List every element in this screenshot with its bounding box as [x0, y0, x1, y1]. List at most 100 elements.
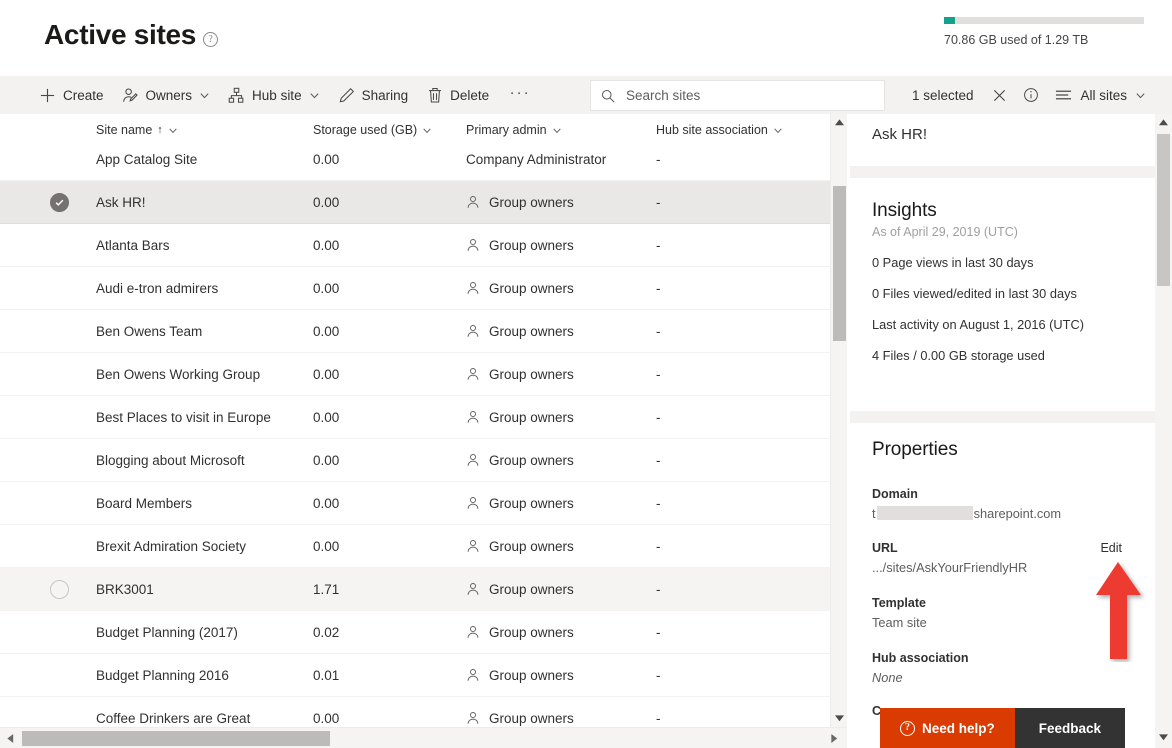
- table-row[interactable]: BRK3001 1.71 Group owners -: [0, 568, 830, 611]
- command-owners-button[interactable]: Owners: [113, 76, 220, 114]
- table-row[interactable]: Blogging about Microsoft 0.00 Group owners…: [0, 439, 830, 482]
- close-icon[interactable]: [983, 79, 1015, 111]
- site-name-cell[interactable]: Blogging about Microsoft: [96, 453, 306, 468]
- scroll-up-icon[interactable]: [831, 114, 848, 131]
- table-row[interactable]: Best Places to visit in Europe 0.00 Group …: [0, 396, 830, 439]
- primary-admin-label: Group owners: [489, 538, 574, 554]
- table-row[interactable]: Budget Planning 2016 0.01 Group owners -: [0, 654, 830, 697]
- storage-used-cell: 0.00: [313, 194, 340, 210]
- command-label: Owners: [145, 87, 193, 103]
- primary-admin-cell: Group owners: [466, 324, 646, 339]
- search-box[interactable]: [590, 80, 885, 111]
- panel-scroll-up-icon[interactable]: [1155, 114, 1172, 131]
- info-circle-icon[interactable]: [1015, 79, 1047, 111]
- site-name-cell[interactable]: Atlanta Bars: [96, 238, 306, 253]
- table-row[interactable]: Audi e-tron admirers 0.00 Group owners -: [0, 267, 830, 310]
- table-row[interactable]: Ben Owens Team 0.00 Group owners -: [0, 310, 830, 353]
- site-name-cell[interactable]: Best Places to visit in Europe: [96, 410, 306, 425]
- site-name-cell[interactable]: Audi e-tron admirers: [96, 281, 306, 296]
- primary-admin-cell: Company Administrator: [466, 152, 646, 167]
- command-sharing-button[interactable]: Sharing: [329, 76, 418, 114]
- insight-line: 4 Files / 0.00 GB storage used: [872, 348, 1045, 363]
- table-row[interactable]: Atlanta Bars 0.00 Group owners -: [0, 224, 830, 267]
- table-body: App Catalog Site 0.00 Company Administrato…: [0, 138, 830, 727]
- domain-suffix: sharepoint.com: [973, 506, 1062, 521]
- primary-admin-cell: Group owners: [466, 453, 646, 468]
- table-row[interactable]: Coffee Drinkers are Great 0.00 Group owner…: [0, 697, 830, 727]
- chevron-down-icon: [552, 125, 562, 135]
- bottom-action-bar: ? Need help? Feedback: [880, 708, 1126, 748]
- site-name-cell[interactable]: Budget Planning (2017): [96, 625, 306, 640]
- person-icon: [466, 281, 480, 295]
- site-name-cell[interactable]: Coffee Drinkers are Great: [96, 711, 306, 726]
- template-value: Team site: [872, 615, 927, 630]
- command-hub-site-button[interactable]: Hub site: [219, 76, 329, 114]
- site-name-cell[interactable]: Ben Owens Working Group: [96, 367, 306, 382]
- site-name-cell[interactable]: Budget Planning 2016: [96, 668, 306, 683]
- table-row[interactable]: Board Members 0.00 Group owners -: [0, 482, 830, 525]
- site-name-cell[interactable]: Ask HR!: [96, 195, 306, 210]
- panel-vertical-scrollbar[interactable]: [1155, 114, 1172, 748]
- need-help-button[interactable]: ? Need help?: [880, 708, 1015, 748]
- help-circle-icon[interactable]: ?: [203, 31, 219, 47]
- list-horizontal-scrollbar[interactable]: [0, 727, 847, 748]
- storage-used-label: 70.86 GB used of 1.29 TB: [944, 33, 1089, 47]
- insights-heading: Insights: [872, 200, 937, 221]
- hub-association-cell: -: [656, 194, 661, 210]
- primary-admin-cell: Group owners: [466, 539, 646, 554]
- hub-association-cell: -: [656, 237, 661, 253]
- view-selector-button[interactable]: All sites: [1047, 79, 1156, 111]
- edit-url-link[interactable]: Edit: [1100, 541, 1122, 555]
- person-icon: [466, 625, 480, 639]
- feedback-label: Feedback: [1038, 720, 1102, 736]
- panel-divider: [850, 166, 1156, 178]
- primary-admin-label: Group owners: [489, 194, 574, 210]
- person-icon: [466, 582, 480, 596]
- command-label: Delete: [450, 87, 490, 103]
- storage-used-cell: 0.00: [313, 151, 340, 167]
- person-icon: [466, 195, 480, 209]
- scroll-down-icon[interactable]: [831, 710, 848, 727]
- site-name-cell[interactable]: Ben Owens Team: [96, 324, 306, 339]
- hub-association-cell: -: [656, 323, 661, 339]
- column-header-label: Primary admin: [466, 122, 547, 137]
- storage-used-cell: 1.71: [313, 581, 340, 597]
- domain-redacted-block: [876, 506, 973, 520]
- panel-scroll-down-icon[interactable]: [1155, 729, 1172, 746]
- table-row[interactable]: Brexit Admiration Society 0.00 Group owner…: [0, 525, 830, 568]
- primary-admin-label: Group owners: [489, 624, 574, 640]
- more-commands-button[interactable]: ···: [504, 76, 536, 114]
- feedback-button[interactable]: Feedback: [1014, 708, 1126, 748]
- table-row[interactable]: Ask HR! 0.00 Group owners -: [0, 181, 830, 224]
- panel-scrollbar-thumb[interactable]: [1157, 134, 1170, 286]
- hub-association-cell: -: [656, 409, 661, 425]
- table-row[interactable]: Ben Owens Working Group 0.00 Group owners -: [0, 353, 830, 396]
- command-delete-button[interactable]: Delete: [417, 76, 498, 114]
- primary-admin-label: Group owners: [489, 237, 574, 253]
- table-row[interactable]: Budget Planning (2017) 0.02 Group owners -: [0, 611, 830, 654]
- list-vertical-scrollbar[interactable]: [830, 114, 847, 727]
- site-name-cell[interactable]: Board Members: [96, 496, 306, 511]
- site-name-cell[interactable]: App Catalog Site: [96, 152, 306, 167]
- primary-admin-cell: Group owners: [466, 582, 646, 597]
- site-name-cell[interactable]: Brexit Admiration Society: [96, 539, 306, 554]
- page-title: Active sites: [44, 19, 197, 50]
- person-icon: [466, 238, 480, 252]
- storage-used-cell: 0.00: [313, 495, 340, 511]
- hub-association-cell: -: [656, 452, 661, 468]
- storage-bar-track: [944, 17, 1144, 24]
- command-label: Hub site: [252, 87, 302, 103]
- storage-used-cell: 0.00: [313, 323, 340, 339]
- command-create-button[interactable]: Create: [30, 76, 113, 114]
- row-checkbox[interactable]: [50, 579, 80, 599]
- table-row[interactable]: App Catalog Site 0.00 Company Administrato…: [0, 138, 830, 181]
- row-checkbox[interactable]: [50, 192, 80, 212]
- site-name-cell[interactable]: BRK3001: [96, 582, 306, 597]
- scroll-right-icon[interactable]: [826, 728, 843, 748]
- horizontal-scrollbar-thumb[interactable]: [22, 731, 330, 746]
- search-input[interactable]: [624, 87, 874, 104]
- person-icon: [466, 410, 480, 424]
- list-scrollbar-thumb[interactable]: [833, 186, 846, 341]
- storage-used-cell: 0.00: [313, 710, 340, 726]
- scroll-left-icon[interactable]: [2, 728, 19, 748]
